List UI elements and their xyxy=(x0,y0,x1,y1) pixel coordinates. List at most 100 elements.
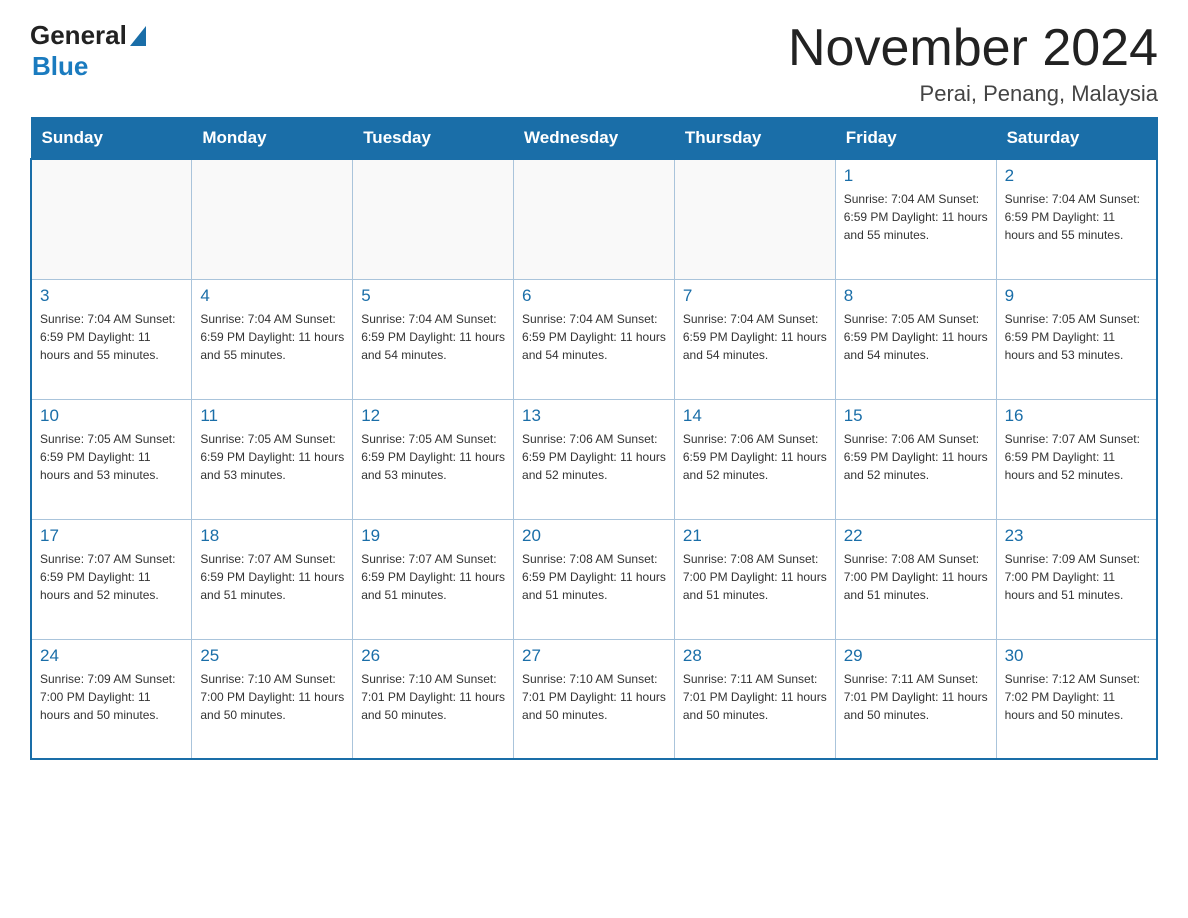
calendar-table: SundayMondayTuesdayWednesdayThursdayFrid… xyxy=(30,117,1158,760)
day-number: 4 xyxy=(200,286,344,306)
day-number: 7 xyxy=(683,286,827,306)
calendar-cell xyxy=(674,159,835,279)
day-info: Sunrise: 7:10 AM Sunset: 7:01 PM Dayligh… xyxy=(522,670,666,724)
day-info: Sunrise: 7:10 AM Sunset: 7:01 PM Dayligh… xyxy=(361,670,505,724)
day-number: 16 xyxy=(1005,406,1148,426)
calendar-cell: 8 Sunrise: 7:05 AM Sunset: 6:59 PM Daylig… xyxy=(835,279,996,399)
day-number: 23 xyxy=(1005,526,1148,546)
calendar-cell: 1 Sunrise: 7:04 AM Sunset: 6:59 PM Daylig… xyxy=(835,159,996,279)
day-info: Sunrise: 7:04 AM Sunset: 6:59 PM Dayligh… xyxy=(361,310,505,364)
calendar-header-row: SundayMondayTuesdayWednesdayThursdayFrid… xyxy=(31,118,1157,160)
calendar-cell: 26 Sunrise: 7:10 AM Sunset: 7:01 PM Dayli… xyxy=(353,639,514,759)
calendar-day-header: Monday xyxy=(192,118,353,160)
day-info: Sunrise: 7:07 AM Sunset: 6:59 PM Dayligh… xyxy=(1005,430,1148,484)
day-number: 27 xyxy=(522,646,666,666)
calendar-cell: 23 Sunrise: 7:09 AM Sunset: 7:00 PM Dayli… xyxy=(996,519,1157,639)
day-info: Sunrise: 7:04 AM Sunset: 6:59 PM Dayligh… xyxy=(522,310,666,364)
calendar-title: November 2024 xyxy=(788,20,1158,77)
calendar-cell: 13 Sunrise: 7:06 AM Sunset: 6:59 PM Dayli… xyxy=(514,399,675,519)
calendar-cell: 30 Sunrise: 7:12 AM Sunset: 7:02 PM Dayli… xyxy=(996,639,1157,759)
logo: General Blue xyxy=(30,20,146,82)
calendar-cell: 22 Sunrise: 7:08 AM Sunset: 7:00 PM Dayli… xyxy=(835,519,996,639)
calendar-week-row: 10Sunrise: 7:05 AM Sunset: 6:59 PM Dayli… xyxy=(31,399,1157,519)
calendar-cell: 29Sunrise: 7:11 AM Sunset: 7:01 PM Dayli… xyxy=(835,639,996,759)
day-info: Sunrise: 7:10 AM Sunset: 7:00 PM Dayligh… xyxy=(200,670,344,724)
day-number: 1 xyxy=(844,166,988,186)
day-info: Sunrise: 7:09 AM Sunset: 7:00 PM Dayligh… xyxy=(1005,550,1148,604)
calendar-day-header: Sunday xyxy=(31,118,192,160)
day-info: Sunrise: 7:12 AM Sunset: 7:02 PM Dayligh… xyxy=(1005,670,1148,724)
day-number: 8 xyxy=(844,286,988,306)
day-number: 17 xyxy=(40,526,183,546)
day-info: Sunrise: 7:04 AM Sunset: 6:59 PM Dayligh… xyxy=(1005,190,1148,244)
calendar-cell xyxy=(514,159,675,279)
day-info: Sunrise: 7:08 AM Sunset: 6:59 PM Dayligh… xyxy=(522,550,666,604)
day-info: Sunrise: 7:06 AM Sunset: 6:59 PM Dayligh… xyxy=(844,430,988,484)
logo-triangle-icon xyxy=(130,26,146,46)
day-number: 5 xyxy=(361,286,505,306)
calendar-cell xyxy=(353,159,514,279)
calendar-cell: 6 Sunrise: 7:04 AM Sunset: 6:59 PM Daylig… xyxy=(514,279,675,399)
day-info: Sunrise: 7:06 AM Sunset: 6:59 PM Dayligh… xyxy=(683,430,827,484)
day-info: Sunrise: 7:11 AM Sunset: 7:01 PM Dayligh… xyxy=(683,670,827,724)
calendar-week-row: 3 Sunrise: 7:04 AM Sunset: 6:59 PM Daylig… xyxy=(31,279,1157,399)
logo-blue-text: Blue xyxy=(32,51,88,81)
calendar-day-header: Wednesday xyxy=(514,118,675,160)
calendar-cell: 4 Sunrise: 7:04 AM Sunset: 6:59 PM Daylig… xyxy=(192,279,353,399)
day-info: Sunrise: 7:04 AM Sunset: 6:59 PM Dayligh… xyxy=(683,310,827,364)
day-number: 20 xyxy=(522,526,666,546)
calendar-cell: 28Sunrise: 7:11 AM Sunset: 7:01 PM Dayli… xyxy=(674,639,835,759)
day-number: 2 xyxy=(1005,166,1148,186)
day-number: 15 xyxy=(844,406,988,426)
calendar-cell: 11 Sunrise: 7:05 AM Sunset: 6:59 PM Dayli… xyxy=(192,399,353,519)
day-number: 29 xyxy=(844,646,988,666)
day-number: 30 xyxy=(1005,646,1148,666)
day-info: Sunrise: 7:05 AM Sunset: 6:59 PM Dayligh… xyxy=(40,430,183,484)
day-number: 14 xyxy=(683,406,827,426)
day-info: Sunrise: 7:07 AM Sunset: 6:59 PM Dayligh… xyxy=(200,550,344,604)
day-info: Sunrise: 7:05 AM Sunset: 6:59 PM Dayligh… xyxy=(844,310,988,364)
day-info: Sunrise: 7:09 AM Sunset: 7:00 PM Dayligh… xyxy=(40,670,183,724)
day-number: 9 xyxy=(1005,286,1148,306)
day-info: Sunrise: 7:04 AM Sunset: 6:59 PM Dayligh… xyxy=(40,310,183,364)
logo-general-text: General xyxy=(30,20,127,51)
calendar-day-header: Friday xyxy=(835,118,996,160)
day-number: 21 xyxy=(683,526,827,546)
day-info: Sunrise: 7:08 AM Sunset: 7:00 PM Dayligh… xyxy=(683,550,827,604)
calendar-cell xyxy=(192,159,353,279)
day-info: Sunrise: 7:04 AM Sunset: 6:59 PM Dayligh… xyxy=(200,310,344,364)
calendar-day-header: Saturday xyxy=(996,118,1157,160)
day-number: 13 xyxy=(522,406,666,426)
calendar-cell: 27 Sunrise: 7:10 AM Sunset: 7:01 PM Dayli… xyxy=(514,639,675,759)
day-number: 3 xyxy=(40,286,183,306)
calendar-week-row: 17 Sunrise: 7:07 AM Sunset: 6:59 PM Dayli… xyxy=(31,519,1157,639)
calendar-subtitle: Perai, Penang, Malaysia xyxy=(788,81,1158,107)
calendar-cell: 19Sunrise: 7:07 AM Sunset: 6:59 PM Dayli… xyxy=(353,519,514,639)
day-number: 12 xyxy=(361,406,505,426)
day-number: 24 xyxy=(40,646,183,666)
day-number: 25 xyxy=(200,646,344,666)
day-info: Sunrise: 7:07 AM Sunset: 6:59 PM Dayligh… xyxy=(40,550,183,604)
calendar-cell xyxy=(31,159,192,279)
calendar-cell: 24 Sunrise: 7:09 AM Sunset: 7:00 PM Dayli… xyxy=(31,639,192,759)
day-number: 6 xyxy=(522,286,666,306)
calendar-cell: 5 Sunrise: 7:04 AM Sunset: 6:59 PM Daylig… xyxy=(353,279,514,399)
day-number: 11 xyxy=(200,406,344,426)
calendar-title-block: November 2024 Perai, Penang, Malaysia xyxy=(788,20,1158,107)
calendar-cell: 25 Sunrise: 7:10 AM Sunset: 7:00 PM Dayli… xyxy=(192,639,353,759)
calendar-cell: 15 Sunrise: 7:06 AM Sunset: 6:59 PM Dayli… xyxy=(835,399,996,519)
calendar-cell: 3 Sunrise: 7:04 AM Sunset: 6:59 PM Daylig… xyxy=(31,279,192,399)
day-number: 22 xyxy=(844,526,988,546)
day-info: Sunrise: 7:08 AM Sunset: 7:00 PM Dayligh… xyxy=(844,550,988,604)
day-info: Sunrise: 7:07 AM Sunset: 6:59 PM Dayligh… xyxy=(361,550,505,604)
calendar-cell: 2 Sunrise: 7:04 AM Sunset: 6:59 PM Daylig… xyxy=(996,159,1157,279)
calendar-cell: 10Sunrise: 7:05 AM Sunset: 6:59 PM Dayli… xyxy=(31,399,192,519)
calendar-cell: 9Sunrise: 7:05 AM Sunset: 6:59 PM Daylig… xyxy=(996,279,1157,399)
day-info: Sunrise: 7:05 AM Sunset: 6:59 PM Dayligh… xyxy=(200,430,344,484)
calendar-day-header: Thursday xyxy=(674,118,835,160)
day-info: Sunrise: 7:04 AM Sunset: 6:59 PM Dayligh… xyxy=(844,190,988,244)
day-number: 26 xyxy=(361,646,505,666)
calendar-cell: 14 Sunrise: 7:06 AM Sunset: 6:59 PM Dayli… xyxy=(674,399,835,519)
day-info: Sunrise: 7:06 AM Sunset: 6:59 PM Dayligh… xyxy=(522,430,666,484)
calendar-week-row: 1 Sunrise: 7:04 AM Sunset: 6:59 PM Daylig… xyxy=(31,159,1157,279)
